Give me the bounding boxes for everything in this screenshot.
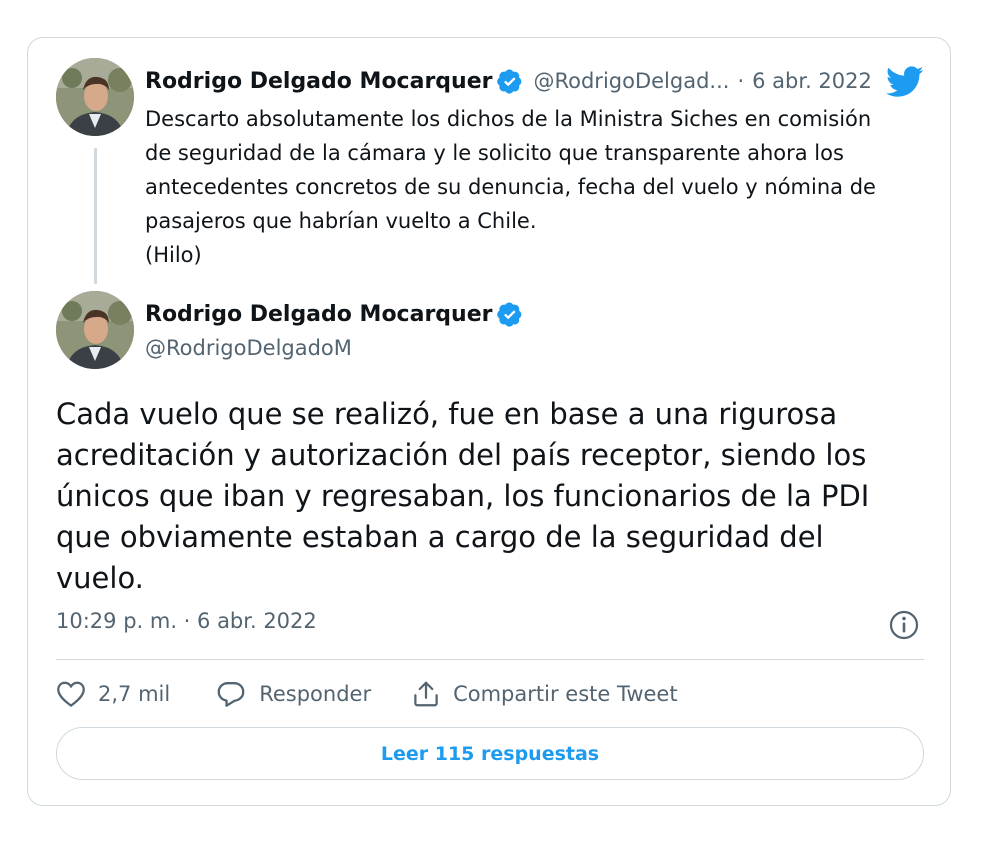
tweet-timestamp[interactable]: 10:29 p. m. · 6 abr. 2022 (56, 609, 317, 633)
read-replies-label: Leer 115 respuestas (380, 742, 600, 765)
info-icon[interactable] (888, 609, 920, 641)
avatar[interactable] (56, 58, 134, 136)
share-label: Compartir este Tweet (453, 682, 678, 706)
tweet-text-line: (Hilo) (145, 243, 202, 267)
twitter-bird-icon[interactable] (886, 66, 924, 98)
share-icon (414, 681, 438, 707)
tweet-text-line: únicos que iban y regresaban, los funcio… (56, 479, 870, 513)
tweet-text-line: acreditación y autorización del país rec… (56, 438, 867, 472)
tweet-text-line: Descarto absolutamente los dichos de la … (145, 107, 872, 131)
heart-icon (57, 681, 85, 708)
tweet-date[interactable]: 6 abr. 2022 (752, 69, 872, 93)
author-handle[interactable]: @RodrigoDelgad... (533, 69, 729, 93)
thread-connector-line (94, 148, 97, 284)
verified-badge-icon (497, 68, 523, 94)
author-name[interactable]: Rodrigo Delgado Mocarquer (145, 302, 492, 327)
quoted-tweet-header: Rodrigo Delgado Mocarquer @RodrigoDelgad… (145, 64, 872, 98)
main-tweet-header: Rodrigo Delgado Mocarquer (145, 297, 523, 331)
tweet-actions-bar: 2,7 mil Responder Compartir este Tweet (56, 676, 678, 712)
main-tweet-text: Cada vuelo que se realizó, fue en base a… (56, 394, 916, 599)
tweet-text-line: que obviamente estaban a cargo de la seg… (56, 520, 824, 554)
tweet-text-line: antecedentes concretos de su denuncia, f… (145, 175, 876, 199)
avatar[interactable] (56, 291, 134, 369)
author-name[interactable]: Rodrigo Delgado Mocarquer (145, 69, 492, 94)
like-button[interactable]: 2,7 mil (56, 680, 170, 708)
share-button[interactable]: Compartir este Tweet (411, 679, 678, 709)
reply-button[interactable]: Responder (215, 680, 371, 708)
tweet-text-line: Cada vuelo que se realizó, fue en base a… (56, 397, 838, 431)
divider (56, 659, 924, 660)
header-separator: · (737, 69, 745, 93)
read-replies-button[interactable]: Leer 115 respuestas (56, 727, 924, 780)
tweet-text-line: vuelo. (56, 561, 144, 595)
reply-label: Responder (259, 682, 372, 706)
reply-bubble-icon (217, 682, 245, 707)
verified-badge-icon (497, 301, 523, 327)
author-handle[interactable]: @RodrigoDelgadoM (145, 336, 352, 360)
tweet-text-line: de seguridad de la cámara y le solicito … (145, 141, 844, 165)
like-count: 2,7 mil (98, 682, 171, 706)
tweet-text-line: pasajeros que habrían vuelto a Chile. (145, 209, 537, 233)
quoted-tweet-text: Descarto absolutamente los dichos de la … (145, 102, 915, 272)
